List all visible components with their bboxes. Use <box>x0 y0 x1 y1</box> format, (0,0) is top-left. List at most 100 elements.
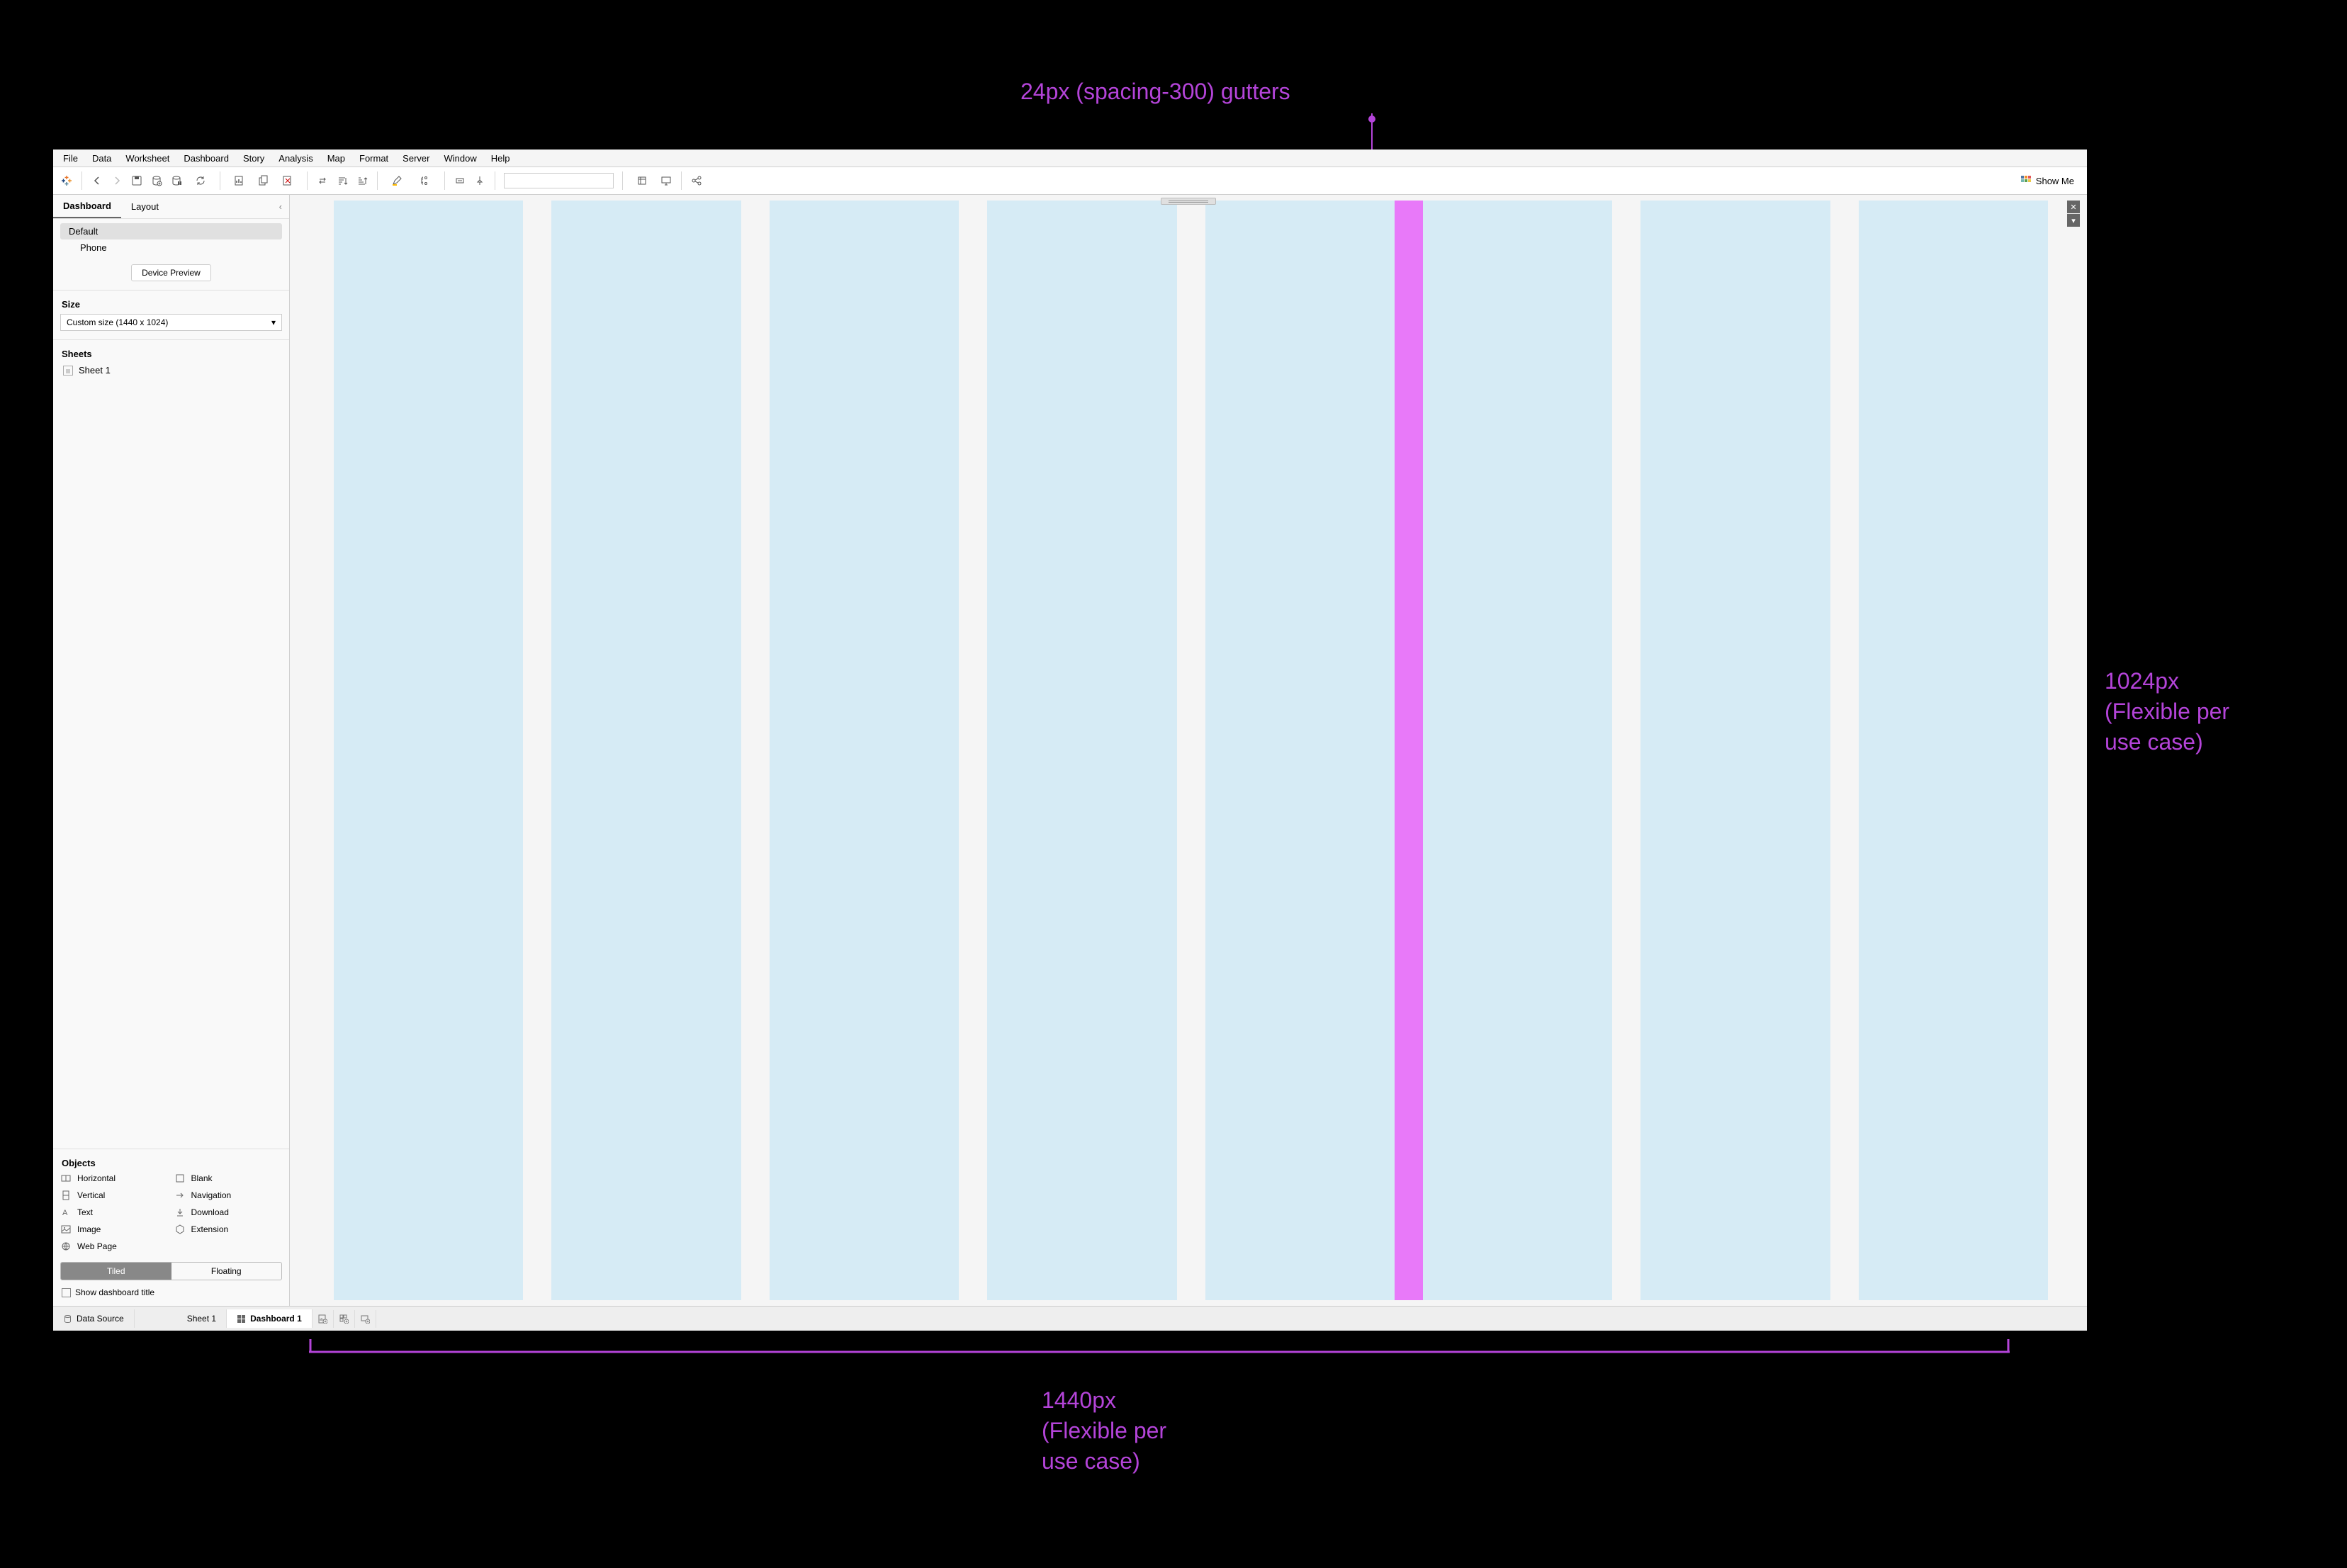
globe-icon <box>60 1241 72 1252</box>
sidebar-tab-dashboard[interactable]: Dashboard <box>53 195 121 218</box>
grid-column <box>1859 201 2048 1300</box>
device-default[interactable]: Default <box>60 223 282 239</box>
show-title-label: Show dashboard title <box>75 1287 154 1297</box>
bottom-tab-bar: Data Source Sheet 1 Dashboard 1 <box>53 1306 2087 1331</box>
navigation-icon <box>174 1190 186 1201</box>
gutter-highlight <box>1395 201 1423 1300</box>
menu-map[interactable]: Map <box>320 151 352 166</box>
pin-button[interactable] <box>471 171 489 190</box>
svg-text:A: A <box>62 1209 68 1217</box>
sheet-icon <box>63 366 73 376</box>
refresh-button[interactable] <box>187 171 214 190</box>
device-phone[interactable]: Phone <box>60 239 282 256</box>
tab-data-source[interactable]: Data Source <box>53 1309 135 1328</box>
grid-column <box>334 201 523 1300</box>
sidebar-tab-layout[interactable]: Layout <box>121 196 169 218</box>
menu-server[interactable]: Server <box>395 151 437 166</box>
toolbar: Show Me <box>53 167 2087 195</box>
highlight-button[interactable] <box>383 171 410 190</box>
object-download[interactable]: Download <box>174 1205 283 1219</box>
show-title-checkbox[interactable] <box>62 1288 71 1297</box>
horizontal-icon <box>60 1173 72 1184</box>
size-dropdown[interactable]: Custom size (1440 x 1024) ▾ <box>60 314 282 331</box>
drag-handle[interactable] <box>1161 198 1216 205</box>
app-window: File Data Worksheet Dashboard Story Anal… <box>53 150 2087 1331</box>
object-horizontal[interactable]: Horizontal <box>60 1171 169 1185</box>
swap-button[interactable] <box>313 171 332 190</box>
more-icon[interactable]: ▾ <box>2067 214 2080 227</box>
forward-button[interactable] <box>108 171 126 190</box>
device-preview-button[interactable]: Device Preview <box>131 264 211 281</box>
sidebar-collapse-icon[interactable]: ‹ <box>272 197 289 216</box>
show-me-icon <box>2020 175 2032 186</box>
presentation-button[interactable] <box>657 171 675 190</box>
text-icon: A <box>60 1207 72 1218</box>
grid-column <box>1423 201 1612 1300</box>
menu-file[interactable]: File <box>56 151 85 166</box>
logo-icon[interactable] <box>57 171 76 190</box>
duplicate-button[interactable] <box>254 171 273 190</box>
tab-sheet1[interactable]: Sheet 1 <box>177 1309 227 1328</box>
dashboard-icon <box>237 1314 246 1324</box>
new-worksheet-button[interactable] <box>226 171 253 190</box>
menu-worksheet[interactable]: Worksheet <box>118 151 176 166</box>
tab-dashboard1[interactable]: Dashboard 1 <box>227 1309 313 1328</box>
show-me-button[interactable]: Show Me <box>2020 175 2083 186</box>
menu-bar: File Data Worksheet Dashboard Story Anal… <box>53 150 2087 167</box>
toolbar-dropdown[interactable] <box>504 173 614 188</box>
new-dashboard-tab[interactable] <box>334 1310 355 1328</box>
object-vertical[interactable]: Vertical <box>60 1188 169 1202</box>
share-button[interactable] <box>687 171 706 190</box>
labels-button[interactable] <box>451 171 469 190</box>
layout-grid <box>320 201 2062 1300</box>
object-text[interactable]: AText <box>60 1205 169 1219</box>
close-icon[interactable]: ✕ <box>2067 201 2080 213</box>
vertical-icon <box>60 1190 72 1201</box>
download-icon <box>174 1207 186 1218</box>
new-data-button[interactable] <box>147 171 166 190</box>
annotation-bracket-bottom <box>309 1339 2010 1353</box>
annotation-height-label: 1024px (Flexible per use case) <box>2105 666 2229 758</box>
object-blank[interactable]: Blank <box>174 1171 283 1185</box>
grid-column <box>1205 201 1395 1300</box>
menu-help[interactable]: Help <box>484 151 517 166</box>
objects-label: Objects <box>53 1149 289 1171</box>
menu-analysis[interactable]: Analysis <box>271 151 320 166</box>
dashboard-canvas[interactable]: ✕ ▾ <box>290 195 2087 1306</box>
blank-icon <box>174 1173 186 1184</box>
menu-dashboard[interactable]: Dashboard <box>176 151 236 166</box>
sheets-item[interactable]: Sheet 1 <box>53 362 289 378</box>
menu-window[interactable]: Window <box>437 151 483 166</box>
new-story-tab[interactable] <box>355 1310 376 1328</box>
left-sidebar: Dashboard Layout ‹ Default Phone Device … <box>53 195 290 1306</box>
grid-column <box>1640 201 1830 1300</box>
object-navigation[interactable]: Navigation <box>174 1188 283 1202</box>
save-button[interactable] <box>128 171 146 190</box>
grid-column <box>987 201 1176 1300</box>
datasource-icon <box>63 1314 72 1324</box>
chevron-down-icon: ▾ <box>271 317 276 327</box>
image-icon <box>60 1224 72 1235</box>
clear-button[interactable] <box>274 171 301 190</box>
sort-desc-button[interactable] <box>353 171 371 190</box>
floating-option[interactable]: Floating <box>171 1263 282 1280</box>
object-image[interactable]: Image <box>60 1222 169 1236</box>
group-button[interactable] <box>412 171 439 190</box>
menu-data[interactable]: Data <box>85 151 118 166</box>
annotation-gutter-label: 24px (spacing-300) gutters <box>1020 77 1290 107</box>
back-button[interactable] <box>88 171 106 190</box>
new-worksheet-tab[interactable] <box>313 1310 334 1328</box>
menu-format[interactable]: Format <box>352 151 395 166</box>
sort-asc-button[interactable] <box>333 171 351 190</box>
object-extension[interactable]: Extension <box>174 1222 283 1236</box>
object-webpage[interactable]: Web Page <box>60 1239 169 1253</box>
size-label: Size <box>53 292 289 312</box>
extension-icon <box>174 1224 186 1235</box>
tiled-option[interactable]: Tiled <box>61 1263 171 1280</box>
layout-mode-toggle[interactable]: Tiled Floating <box>60 1262 282 1280</box>
grid-column <box>770 201 959 1300</box>
pause-button[interactable] <box>167 171 186 190</box>
fit-button[interactable] <box>629 171 655 190</box>
sheets-label: Sheets <box>53 342 289 362</box>
menu-story[interactable]: Story <box>236 151 271 166</box>
